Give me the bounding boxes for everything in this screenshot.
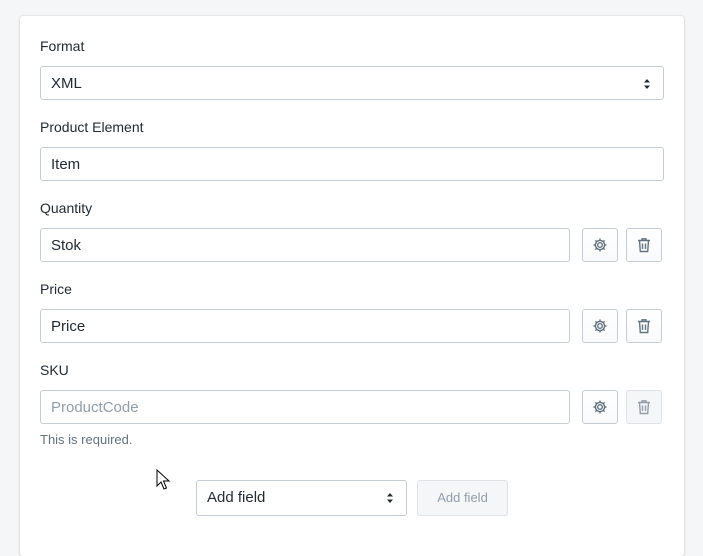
trash-icon [638,400,650,415]
price-input[interactable]: Price [40,309,570,343]
sku-settings-button[interactable] [582,390,618,424]
quantity-settings-button[interactable] [582,228,618,262]
gear-icon [593,400,607,414]
sku-input[interactable]: ProductCode [40,390,570,424]
quantity-label: Quantity [40,200,93,216]
format-select[interactable]: XML [40,66,664,100]
product-element-label: Product Element [40,119,144,135]
quantity-input[interactable]: Stok [40,228,570,262]
select-arrows-icon [387,493,393,503]
add-field-select[interactable]: Add field [196,480,407,516]
format-label: Format [40,38,85,54]
trash-icon [638,319,650,334]
price-settings-button[interactable] [582,309,618,343]
product-element-input[interactable]: Item [40,147,664,181]
format-select-value: XML [51,75,82,92]
trash-icon [638,238,650,253]
settings-card: Format XML Product Element Item Quantity… [20,16,684,556]
sku-label: SKU [40,362,69,378]
add-field-select-value: Add field [207,489,266,506]
add-field-button[interactable]: Add field [417,480,508,516]
select-arrows-icon [644,79,650,89]
sku-error-text: This is required. [40,432,133,447]
quantity-delete-button[interactable] [626,228,662,262]
sku-delete-button[interactable] [626,390,662,424]
gear-icon [593,238,607,252]
price-label: Price [40,281,72,297]
gear-icon [593,319,607,333]
mouse-cursor-icon [156,469,170,490]
price-delete-button[interactable] [626,309,662,343]
